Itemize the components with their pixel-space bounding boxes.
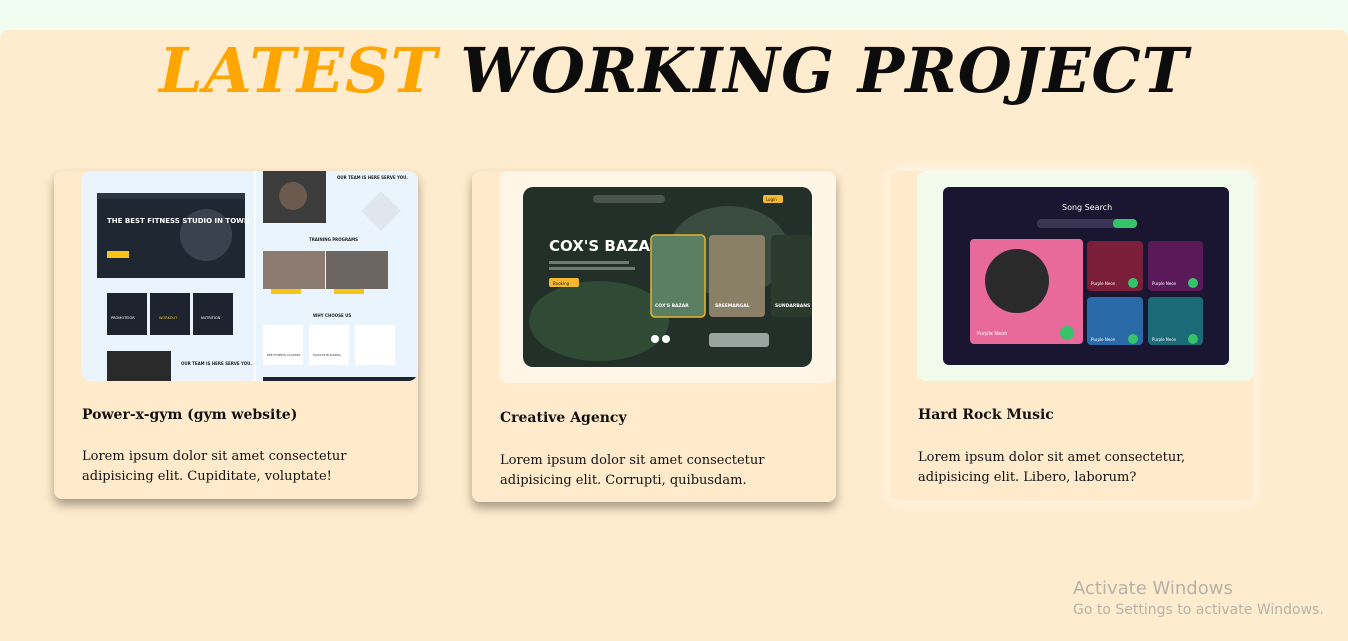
gym-program-3: NUTRITION bbox=[201, 316, 221, 320]
music-preview-image[interactable]: Song Search Purple Neon Purple Neon Purp… bbox=[917, 171, 1254, 381]
title-rest: WORKING PROJECT bbox=[460, 34, 1189, 107]
project-card-gym[interactable]: THE BEST FITNESS STUDIO IN TOWN OUR TEAM… bbox=[54, 171, 418, 499]
agency-place-3: SUNDARBANS bbox=[775, 303, 810, 309]
project-description: Lorem ipsum dolor sit amet consectetur a… bbox=[82, 449, 347, 484]
gym-program-1: PROMOTEIOR bbox=[111, 316, 135, 320]
music-title-text: Song Search bbox=[1062, 203, 1112, 212]
agency-place-1: COX'S BAZAR bbox=[655, 303, 689, 309]
gym-join-text: OUR TEAM IS HERE SERVE YOU. bbox=[181, 361, 252, 366]
music-tile-2: Purple Neon bbox=[1152, 281, 1177, 286]
project-description: Lorem ipsum dolor sit amet consectetur a… bbox=[500, 453, 765, 488]
agency-hero-text: COX'S BAZAR bbox=[549, 237, 662, 255]
agency-preview-svg: Login COX'S BAZAR Booking COX'S BAZAR SR… bbox=[499, 171, 836, 383]
project-title: Creative Agency bbox=[500, 410, 627, 426]
project-title: Power-x-gym (gym website) bbox=[82, 407, 298, 423]
watermark-line-2: Go to Settings to activate Windows. bbox=[1073, 602, 1324, 618]
gym-class-2: MUSCLE BUILDING bbox=[313, 353, 342, 357]
agency-login-text: Login bbox=[766, 197, 777, 202]
gym-preview-image[interactable]: THE BEST FITNESS STUDIO IN TOWN OUR TEAM… bbox=[81, 171, 418, 381]
section-title: LATEST WORKING PROJECT bbox=[0, 34, 1348, 107]
watermark-line-1: Activate Windows bbox=[1073, 578, 1233, 599]
project-title: Hard Rock Music bbox=[918, 407, 1054, 423]
gym-hero-text: THE BEST FITNESS STUDIO IN TOWN bbox=[107, 217, 250, 225]
gym-program-2: WORKOUT bbox=[159, 316, 178, 320]
agency-preview-image[interactable]: Login COX'S BAZAR Booking COX'S BAZAR SR… bbox=[499, 171, 836, 383]
music-tile-4: Purple Neon bbox=[1152, 337, 1177, 342]
project-description: Lorem ipsum dolor sit amet consectetur, … bbox=[918, 450, 1186, 485]
gym-training-text: TRAINING PROGRAMS bbox=[309, 237, 358, 242]
music-preview-svg: Song Search Purple Neon Purple Neon Purp… bbox=[917, 171, 1254, 381]
music-tile-1: Purple Neon bbox=[1091, 281, 1116, 286]
agency-place-2: SREEMANGAL bbox=[715, 303, 750, 309]
agency-booking-button: Booking bbox=[553, 281, 570, 286]
music-featured-text: Purple Neon bbox=[977, 331, 1007, 337]
gym-preview-svg: THE BEST FITNESS STUDIO IN TOWN OUR TEAM… bbox=[81, 171, 418, 381]
gym-class-1: PEE FITNESS CLASSES bbox=[267, 353, 300, 357]
project-card-music[interactable]: Song Search Purple Neon Purple Neon Purp… bbox=[890, 171, 1254, 501]
gym-team-text: OUR TEAM IS HERE SERVE YOU. bbox=[337, 175, 408, 180]
title-accent: LATEST bbox=[159, 34, 438, 107]
activate-windows-watermark: Activate Windows Go to Settings to activ… bbox=[1073, 578, 1324, 618]
music-tile-3: Purple Neon bbox=[1091, 337, 1116, 342]
project-card-agency[interactable]: Login COX'S BAZAR Booking COX'S BAZAR SR… bbox=[472, 171, 836, 502]
gym-choose-text: WHY CHOOSE US bbox=[313, 313, 351, 318]
